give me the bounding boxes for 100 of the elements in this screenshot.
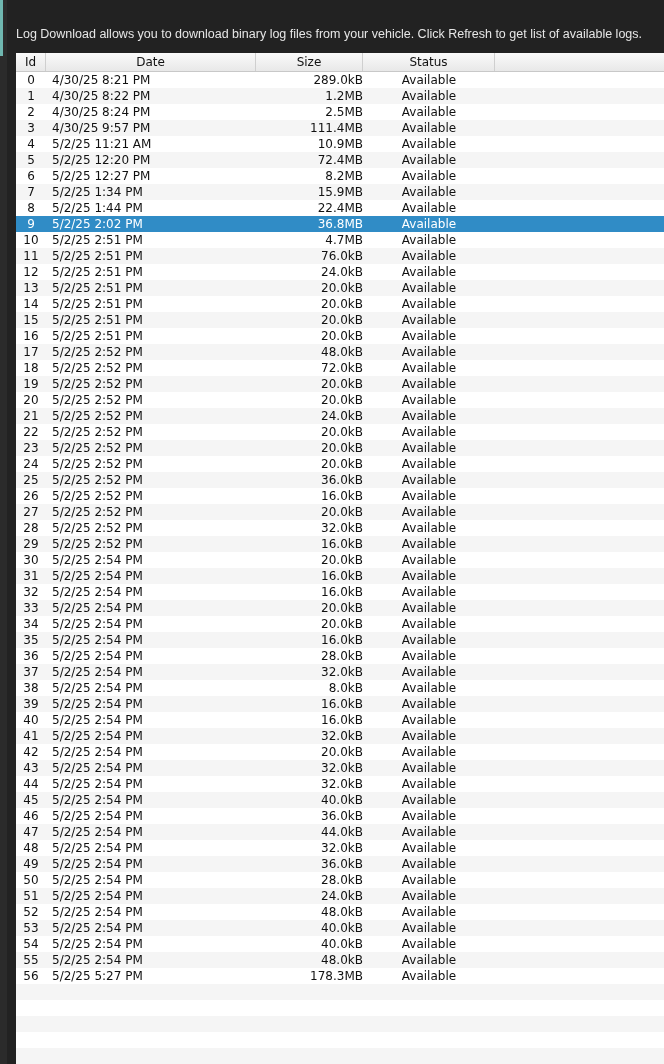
date-cell-text: 5/2/25 2:54 PM <box>51 712 144 728</box>
size-cell-text: 20.0kB <box>320 392 363 408</box>
table-row[interactable]: 43 5/2/25 2:54 PM 32.0kB Available <box>16 760 664 776</box>
id-cell-text: 25 <box>22 472 40 488</box>
id-cell-text: 37 <box>22 664 40 680</box>
size-cell-text: 40.0kB <box>320 920 363 936</box>
table-row[interactable]: 9 5/2/25 2:02 PM 36.8MB Available <box>16 216 664 232</box>
size-cell-text: 20.0kB <box>320 376 363 392</box>
id-cell-text: 10 <box>22 232 40 248</box>
date-cell-text: 5/2/25 12:27 PM <box>51 168 152 184</box>
id-cell-text: 30 <box>22 552 40 568</box>
table-row[interactable]: 3 4/30/25 9:57 PM 111.4MB Available <box>16 120 664 136</box>
size-cell-text: 36.0kB <box>320 856 363 872</box>
table-row[interactable]: 33 5/2/25 2:54 PM 20.0kB Available <box>16 600 664 616</box>
id-cell-text: 32 <box>22 584 40 600</box>
id-cell-text: 41 <box>22 728 40 744</box>
size-cell-text: 20.0kB <box>320 280 363 296</box>
date-cell-text: 5/2/25 2:51 PM <box>51 280 144 296</box>
table-row[interactable]: 27 5/2/25 2:52 PM 20.0kB Available <box>16 504 664 520</box>
table-row[interactable]: 1 4/30/25 8:22 PM 1.2MB Available <box>16 88 664 104</box>
date-cell-text: 5/2/25 2:51 PM <box>51 328 144 344</box>
date-cell-text: 5/2/25 2:54 PM <box>51 760 144 776</box>
size-cell-text: 20.0kB <box>320 328 363 344</box>
size-cell-text: 48.0kB <box>320 904 363 920</box>
table-row[interactable]: 7 5/2/25 1:34 PM 15.9MB Available <box>16 184 664 200</box>
date-cell-text: 5/2/25 2:51 PM <box>51 312 144 328</box>
date-cell-text: 5/2/25 2:52 PM <box>51 440 144 456</box>
status-cell-text: Available <box>400 680 458 696</box>
table-row[interactable]: 23 5/2/25 2:52 PM 20.0kB Available <box>16 440 664 456</box>
status-cell-text: Available <box>400 152 458 168</box>
status-cell-text: Available <box>400 488 458 504</box>
table-row[interactable]: 45 5/2/25 2:54 PM 40.0kB Available <box>16 792 664 808</box>
size-cell-text: 20.0kB <box>320 744 363 760</box>
status-cell-text: Available <box>400 824 458 840</box>
column-header[interactable]: Size <box>256 53 363 71</box>
status-cell-text: Available <box>400 408 458 424</box>
size-cell-text: 72.0kB <box>320 360 363 376</box>
size-cell-text: 20.0kB <box>320 296 363 312</box>
date-cell-text: 5/2/25 2:52 PM <box>51 456 144 472</box>
size-cell-text: 32.0kB <box>320 760 363 776</box>
column-header[interactable]: Status <box>363 53 495 71</box>
table-row[interactable]: 37 5/2/25 2:54 PM 32.0kB Available <box>16 664 664 680</box>
status-cell-text: Available <box>400 216 458 232</box>
table-row[interactable]: 15 5/2/25 2:51 PM 20.0kB Available <box>16 312 664 328</box>
table-row[interactable]: 11 5/2/25 2:51 PM 76.0kB Available <box>16 248 664 264</box>
date-cell-text: 5/2/25 5:27 PM <box>51 968 144 984</box>
status-cell-text: Available <box>400 776 458 792</box>
id-cell-text: 0 <box>26 72 36 88</box>
id-cell-text: 15 <box>22 312 40 328</box>
size-cell-text: 20.0kB <box>320 552 363 568</box>
size-cell-text: 20.0kB <box>320 440 363 456</box>
size-cell-text: 16.0kB <box>320 488 363 504</box>
status-cell-text: Available <box>400 520 458 536</box>
id-cell-text: 13 <box>22 280 40 296</box>
status-cell-text: Available <box>400 648 458 664</box>
date-cell-text: 5/2/25 2:54 PM <box>51 792 144 808</box>
column-header[interactable]: Id <box>16 53 46 71</box>
table-row[interactable]: 55 5/2/25 2:54 PM 48.0kB Available <box>16 952 664 968</box>
status-cell-text: Available <box>400 440 458 456</box>
id-cell-text: 8 <box>26 200 36 216</box>
table-row[interactable]: 5 5/2/25 12:20 PM 72.4MB Available <box>16 152 664 168</box>
date-cell-text: 5/2/25 2:52 PM <box>51 344 144 360</box>
table-row[interactable]: 21 5/2/25 2:52 PM 24.0kB Available <box>16 408 664 424</box>
table-row[interactable]: 19 5/2/25 2:52 PM 20.0kB Available <box>16 376 664 392</box>
table-row[interactable]: 25 5/2/25 2:52 PM 36.0kB Available <box>16 472 664 488</box>
table-row[interactable]: 41 5/2/25 2:54 PM 32.0kB Available <box>16 728 664 744</box>
size-cell-text: 178.3MB <box>309 968 363 984</box>
date-cell-text: 5/2/25 2:54 PM <box>51 664 144 680</box>
size-cell-text: 28.0kB <box>320 872 363 888</box>
date-cell-text: 5/2/25 2:54 PM <box>51 568 144 584</box>
status-cell-text: Available <box>400 952 458 968</box>
table-row[interactable]: 17 5/2/25 2:52 PM 48.0kB Available <box>16 344 664 360</box>
table-row[interactable]: 47 5/2/25 2:54 PM 44.0kB Available <box>16 824 664 840</box>
size-cell-text: 20.0kB <box>320 456 363 472</box>
status-cell-text: Available <box>400 104 458 120</box>
table-row[interactable]: 29 5/2/25 2:52 PM 16.0kB Available <box>16 536 664 552</box>
id-cell-text: 12 <box>22 264 40 280</box>
table-row[interactable]: 53 5/2/25 2:54 PM 40.0kB Available <box>16 920 664 936</box>
date-cell-text: 5/2/25 2:51 PM <box>51 232 144 248</box>
table-row[interactable]: 49 5/2/25 2:54 PM 36.0kB Available <box>16 856 664 872</box>
table-row[interactable]: 13 5/2/25 2:51 PM 20.0kB Available <box>16 280 664 296</box>
size-cell-text: 32.0kB <box>320 520 363 536</box>
table-row[interactable]: 35 5/2/25 2:54 PM 16.0kB Available <box>16 632 664 648</box>
id-cell-text: 44 <box>22 776 40 792</box>
size-cell-text: 72.4MB <box>316 152 363 168</box>
size-cell-text: 16.0kB <box>320 584 363 600</box>
column-header[interactable]: Date <box>46 53 256 71</box>
status-cell-text: Available <box>400 872 458 888</box>
size-cell-text: 32.0kB <box>320 728 363 744</box>
status-cell-text: Available <box>400 696 458 712</box>
table-row[interactable]: 31 5/2/25 2:54 PM 16.0kB Available <box>16 568 664 584</box>
status-cell-text: Available <box>400 72 458 88</box>
table-row[interactable]: 39 5/2/25 2:54 PM 16.0kB Available <box>16 696 664 712</box>
id-cell-text: 40 <box>22 712 40 728</box>
id-cell-text: 23 <box>22 440 40 456</box>
date-cell-text: 5/2/25 2:52 PM <box>51 472 144 488</box>
table-row[interactable]: 51 5/2/25 2:54 PM 24.0kB Available <box>16 888 664 904</box>
status-cell-text: Available <box>400 616 458 632</box>
status-cell-text: Available <box>400 296 458 312</box>
size-cell-text: 44.0kB <box>320 824 363 840</box>
